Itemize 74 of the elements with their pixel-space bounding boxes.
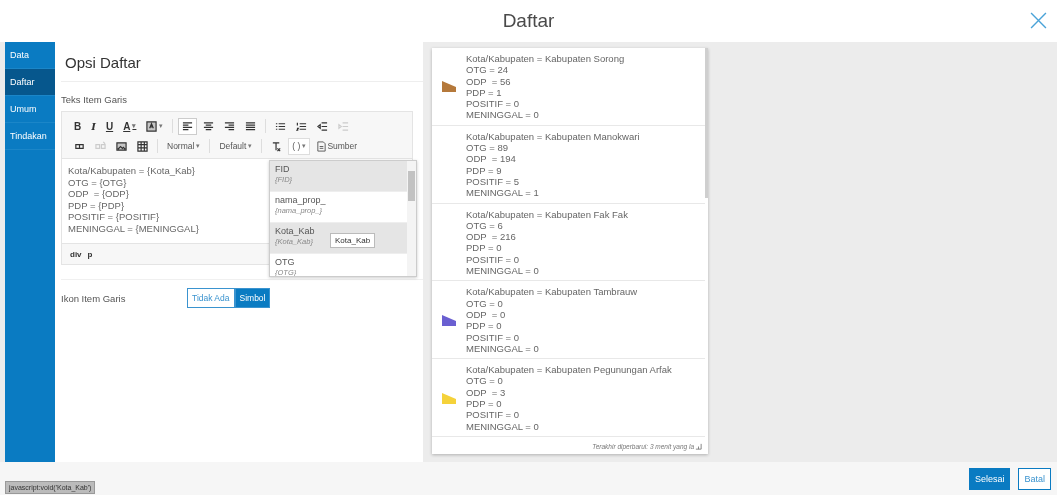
table-icon	[137, 140, 148, 152]
toggle-option[interactable]: Tidak Ada	[187, 288, 235, 308]
format-button[interactable]: U	[101, 117, 118, 135]
preview-line: OTG = 0	[466, 375, 504, 387]
preview-line: PDP = 0	[466, 398, 503, 410]
outdent-icon	[317, 120, 329, 132]
preview-line: ODP = 56	[466, 75, 512, 87]
preview-line: MENINGGAL = 0	[466, 265, 540, 277]
field-name: OTG	[275, 257, 295, 267]
preview-line: POSITIF = 0	[466, 98, 521, 110]
preview-line: PDP = 0	[466, 242, 503, 254]
editor-line: MENINGGAL = {MENINGGAL}	[68, 222, 199, 234]
editor-line: Kota/Kabupaten = {Kota_Kab}	[68, 165, 196, 177]
preview-line: Kota/Kabupaten = Kabupaten Manokwari	[466, 130, 640, 143]
field-label: Teks Item Garis	[61, 94, 128, 105]
preview-line: Kota/Kabupaten = Kabupaten Sorong	[466, 53, 625, 65]
field-label: Ikon Item Garis	[61, 292, 127, 304]
element-path-link[interactable]: p	[87, 249, 93, 259]
preview-line: PDP = 0	[466, 320, 503, 332]
field-name: nama_prop_	[275, 195, 326, 205]
nav-tab[interactable]: Daftar	[5, 69, 55, 96]
editor-line: POSITIF = {POSITIF}	[68, 211, 160, 223]
preview-line: OTG = 24	[466, 64, 509, 76]
document-icon	[316, 140, 328, 152]
preview-line: MENINGGAL = 1	[466, 187, 540, 199]
preview-line: ODP = 216	[466, 231, 517, 243]
editor-line: OTG = {OTG}	[68, 176, 127, 188]
preview-line: PDP = 9	[466, 164, 503, 176]
preview-line: ODP = 0	[466, 308, 507, 321]
toggle-option[interactable]: Simbol	[234, 288, 271, 308]
bullets-icon	[275, 120, 287, 132]
preview-line: ODP = 3	[466, 386, 507, 398]
align-left-button[interactable]	[178, 117, 198, 135]
format-button[interactable]: B	[70, 117, 86, 135]
align-left-icon	[182, 120, 194, 132]
preview-line: MENINGGAL = 0	[466, 109, 540, 121]
indent-icon	[338, 120, 350, 132]
numbers-icon	[296, 120, 308, 132]
preview-line: OTG = 0	[466, 297, 504, 309]
done-button[interactable]: Selesai	[968, 467, 1011, 490]
preview-line: POSITIF = 0	[466, 253, 521, 266]
cancel-button[interactable]: Batal	[1018, 467, 1051, 490]
preview-line: POSITIF = 0	[466, 409, 521, 421]
resize-grip-icon[interactable]	[695, 442, 702, 450]
preview-line: POSITIF = 0	[466, 331, 521, 343]
field-name: FID	[275, 164, 290, 174]
preview-line: MENINGGAL = 0	[466, 342, 540, 355]
editor-line: PDP = {PDP}	[68, 199, 125, 211]
scrollbar[interactable]	[407, 161, 416, 276]
preview-line: PDP = 1	[466, 86, 503, 99]
preview-line: OTG = 89	[466, 142, 509, 154]
format-button[interactable]: I	[87, 117, 100, 135]
element-path-link[interactable]: div	[70, 249, 82, 259]
preview-line: Kota/Kabupaten = Kabupaten Fak Fak	[466, 208, 628, 220]
preview-line: OTG = 6	[466, 219, 503, 232]
close-icon[interactable]	[1030, 12, 1047, 29]
panel-title: Opsi Daftar	[61, 42, 423, 82]
source-button[interactable]: Sumber	[312, 137, 362, 155]
clear-format-icon	[271, 140, 283, 152]
tooltip: Kota_Kab	[330, 233, 376, 248]
field-name: Kota_Kab	[275, 226, 315, 236]
align-right-icon	[224, 120, 236, 132]
preview-line: Kota/Kabupaten = Kabupaten Pegunungan Arfak	[466, 364, 672, 376]
highlight-icon	[146, 120, 158, 132]
editor-line: ODP = {ODP}	[68, 188, 129, 200]
window-title: Daftar	[502, 10, 555, 32]
preview-line: ODP = 194	[466, 153, 517, 165]
image-icon	[116, 140, 127, 152]
align-justify-icon	[245, 120, 257, 132]
align-center-icon	[203, 120, 215, 132]
unlink-icon	[95, 140, 106, 152]
preview-line: POSITIF = 5	[466, 175, 521, 188]
preview-line: Kota/Kabupaten = Kabupaten Tambrauw	[466, 286, 638, 298]
preview-line: MENINGGAL = 0	[466, 420, 540, 432]
